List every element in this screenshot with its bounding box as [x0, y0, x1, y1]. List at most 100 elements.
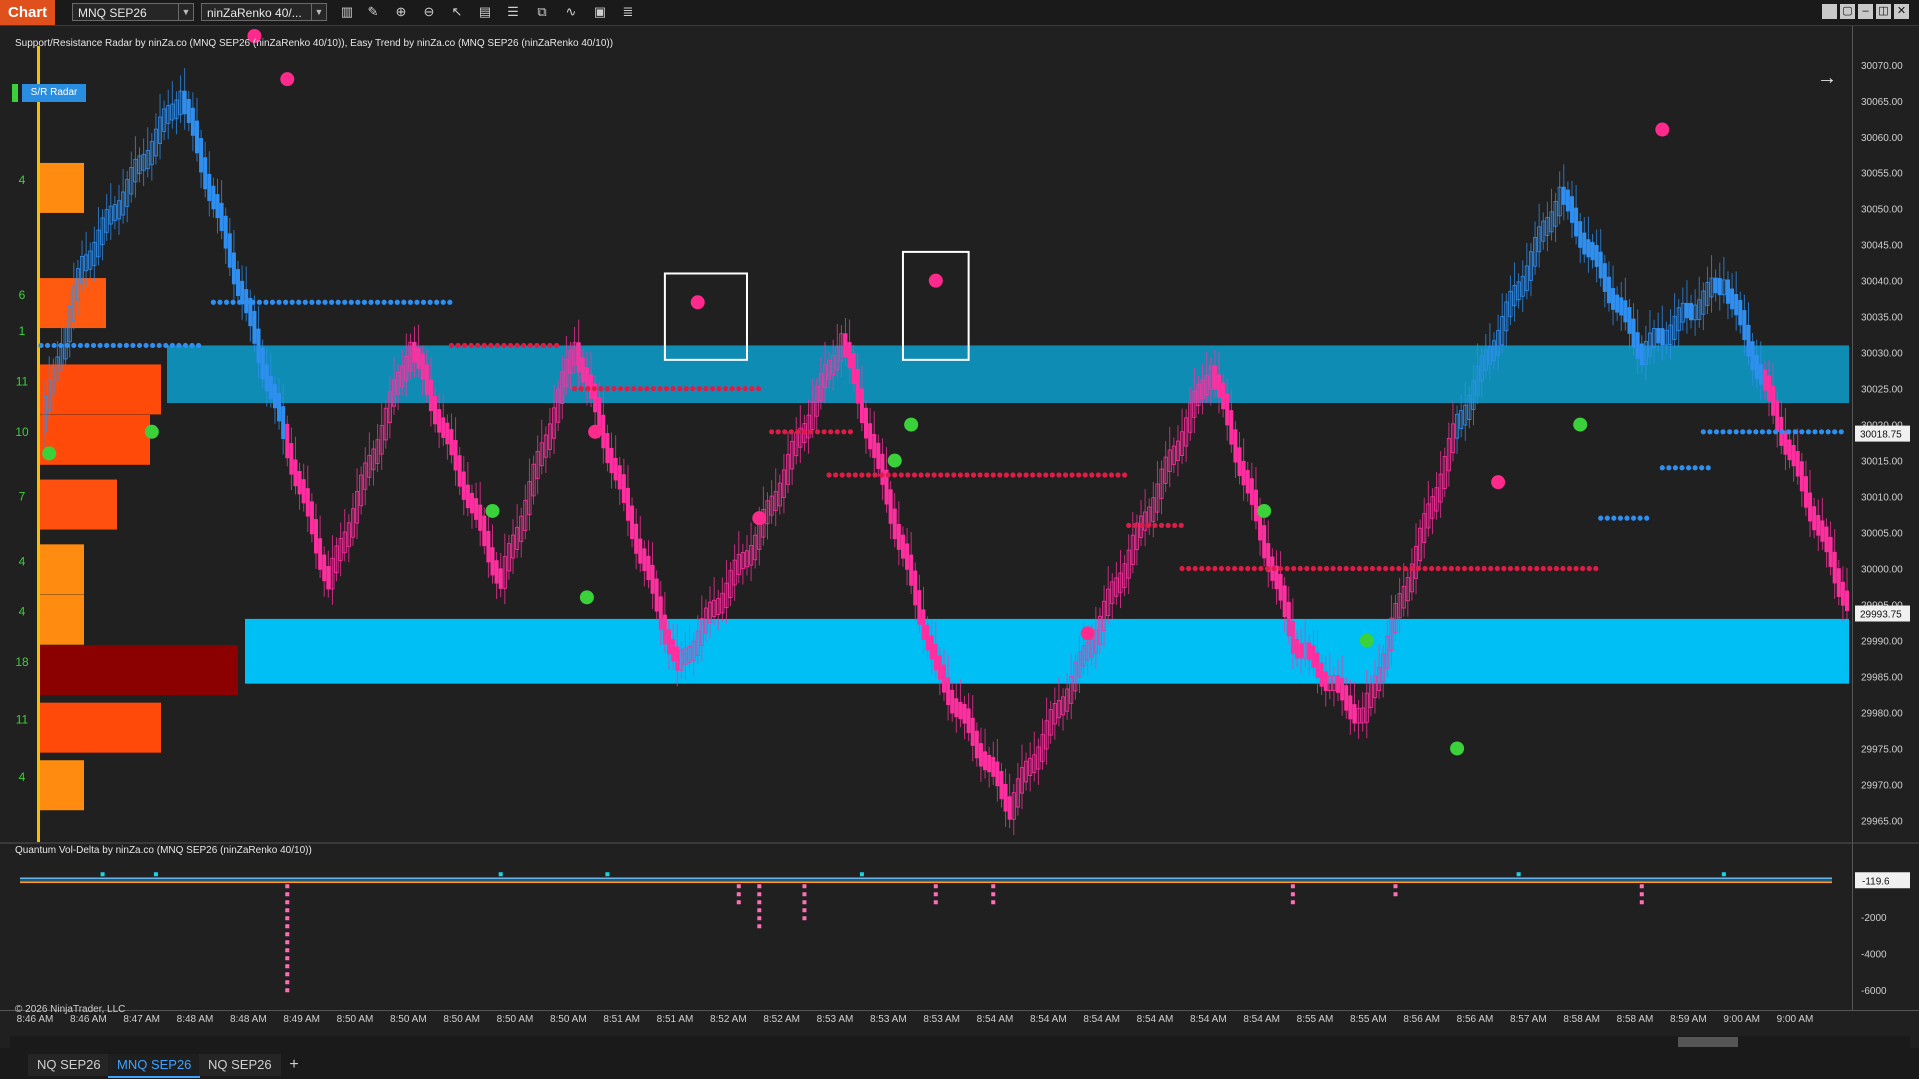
- sr-line-dot: [1786, 429, 1792, 435]
- candle-down: [1003, 783, 1008, 812]
- candle-down: [1602, 263, 1607, 292]
- sr-line-dot: [769, 429, 775, 435]
- candle-down: [227, 233, 232, 268]
- sr-line-dot: [414, 299, 420, 305]
- price-axis-label: 30065.00: [1861, 97, 1903, 108]
- candle-down: [277, 393, 282, 422]
- sr-line-dot: [1699, 465, 1705, 471]
- sr-line-dot: [1245, 565, 1251, 572]
- sr-line-dot: [401, 299, 407, 305]
- vol-delta-positive-mark: [1516, 872, 1521, 877]
- sr-line-dot: [826, 472, 832, 478]
- candle-down: [1795, 451, 1800, 477]
- time-axis-label: 8:48 AM: [230, 1014, 267, 1025]
- candle-down: [1578, 221, 1583, 248]
- pointer-icon[interactable]: ↖: [448, 3, 466, 21]
- volume-profile-count: 6: [19, 288, 26, 302]
- zoom-in-icon[interactable]: ⊕: [392, 3, 410, 21]
- sr-line-dot: [598, 386, 604, 392]
- bar-type-selector[interactable]: ninZaRenko 40/... ▼: [201, 3, 327, 21]
- candle-down: [281, 406, 286, 440]
- chart-area[interactable]: 4 6 1 11 10 7 4 4 18 11 4 30070.00 30065.00 30060.00 3…: [0, 26, 1919, 1036]
- candle-down: [1742, 310, 1747, 341]
- sr-line-dot: [1740, 429, 1746, 435]
- volume-profile-count: 4: [19, 770, 26, 784]
- tab-nq-sep26[interactable]: NQ SEP26: [28, 1054, 110, 1076]
- time-axis-label: 8:54 AM: [1137, 1014, 1174, 1025]
- properties-icon[interactable]: ☰: [504, 3, 522, 21]
- sr-line-dot: [1297, 565, 1303, 572]
- sr-line-dot: [1514, 565, 1520, 572]
- candle-down: [1336, 675, 1341, 693]
- sr-line-dot: [1056, 472, 1062, 478]
- bars-icon[interactable]: ▥: [338, 3, 356, 21]
- data-box-icon[interactable]: ▤: [476, 3, 494, 21]
- sr-line-dot: [269, 299, 276, 305]
- sr-line-dot: [420, 299, 427, 305]
- sr-line-dot: [110, 342, 116, 349]
- candle-down: [1767, 375, 1772, 401]
- horizontal-scrollbar[interactable]: [10, 1036, 1910, 1048]
- time-axis-label: 9:00 AM: [1777, 1014, 1814, 1025]
- vol-delta-negative-mark: [757, 884, 762, 889]
- list-icon[interactable]: ≣: [619, 3, 637, 21]
- candle-down: [617, 465, 622, 490]
- vol-delta-positive-mark: [605, 872, 610, 877]
- sr-line-dot: [677, 386, 683, 392]
- sr-line-dot: [1132, 522, 1138, 528]
- candle-down: [207, 173, 212, 201]
- candle-down: [576, 342, 581, 373]
- sr-line-dot: [657, 386, 663, 392]
- sr-line-dot: [534, 342, 540, 349]
- candle-down: [634, 523, 639, 554]
- price-axis-label: 30015.00: [1861, 457, 1903, 468]
- price-axis-label: 30050.00: [1861, 205, 1903, 216]
- candle-down: [445, 422, 450, 445]
- pencil-icon[interactable]: ✎: [364, 3, 382, 21]
- tile-icon[interactable]: [1822, 4, 1837, 19]
- vol-delta-negative-mark: [802, 908, 807, 913]
- candle-down: [309, 501, 314, 535]
- candle-down: [498, 568, 503, 589]
- sr-line-dot: [723, 386, 729, 392]
- price-chart[interactable]: 46111107441811430070.0030065.0030060.003…: [0, 26, 1919, 1036]
- candle-down: [1750, 341, 1755, 371]
- minimize-icon[interactable]: –: [1858, 4, 1873, 19]
- sr-line-dot: [1501, 565, 1507, 572]
- scrollbar-thumb[interactable]: [1678, 1037, 1738, 1047]
- vol-delta-negative-mark: [736, 900, 741, 905]
- restore-icon[interactable]: ▢: [1840, 4, 1855, 19]
- arrow-right-icon[interactable]: →: [1815, 66, 1839, 90]
- volume-profile-bar: [40, 162, 84, 213]
- candle-down: [1627, 307, 1632, 334]
- zoom-out-icon[interactable]: ⊖: [420, 3, 438, 21]
- strategies-icon[interactable]: ⧉: [533, 3, 551, 21]
- add-tab-icon[interactable]: +: [285, 1054, 303, 1076]
- maximize-icon[interactable]: ◫: [1876, 4, 1891, 19]
- price-axis-label: 30040.00: [1861, 277, 1903, 288]
- bar-type-value: ninZaRenko 40/...: [207, 6, 302, 20]
- sr-line-dot: [1232, 565, 1238, 572]
- sr-line-dot: [1805, 429, 1812, 435]
- sr-line-dot: [585, 386, 591, 392]
- sr-line-dot: [1178, 522, 1184, 528]
- sr-line-dot: [1707, 429, 1713, 435]
- chart-tab-label[interactable]: Chart: [0, 0, 56, 25]
- vol-delta-negative-mark: [285, 940, 290, 945]
- candle-down: [424, 364, 429, 395]
- sr-line-dot: [263, 299, 269, 305]
- candle-down: [1574, 207, 1579, 237]
- sr-line-dot: [1666, 465, 1672, 471]
- indicators-icon[interactable]: ∿: [562, 3, 580, 21]
- templates-icon[interactable]: ▣: [591, 3, 609, 21]
- sr-line-dot: [1540, 565, 1546, 572]
- instrument-selector[interactable]: MNQ SEP26 ▼: [72, 3, 194, 21]
- close-icon[interactable]: ✕: [1894, 4, 1909, 19]
- tab-nq-sep26-2[interactable]: NQ SEP26: [199, 1054, 281, 1076]
- sr-radar-button[interactable]: S/R Radar: [22, 84, 86, 102]
- vol-delta-negative-mark: [285, 964, 290, 969]
- sr-line-dot: [1062, 472, 1069, 478]
- tab-mnq-sep26[interactable]: MNQ SEP26: [108, 1054, 201, 1078]
- candle-down: [1299, 643, 1304, 659]
- vol-delta-negative-mark: [736, 892, 741, 897]
